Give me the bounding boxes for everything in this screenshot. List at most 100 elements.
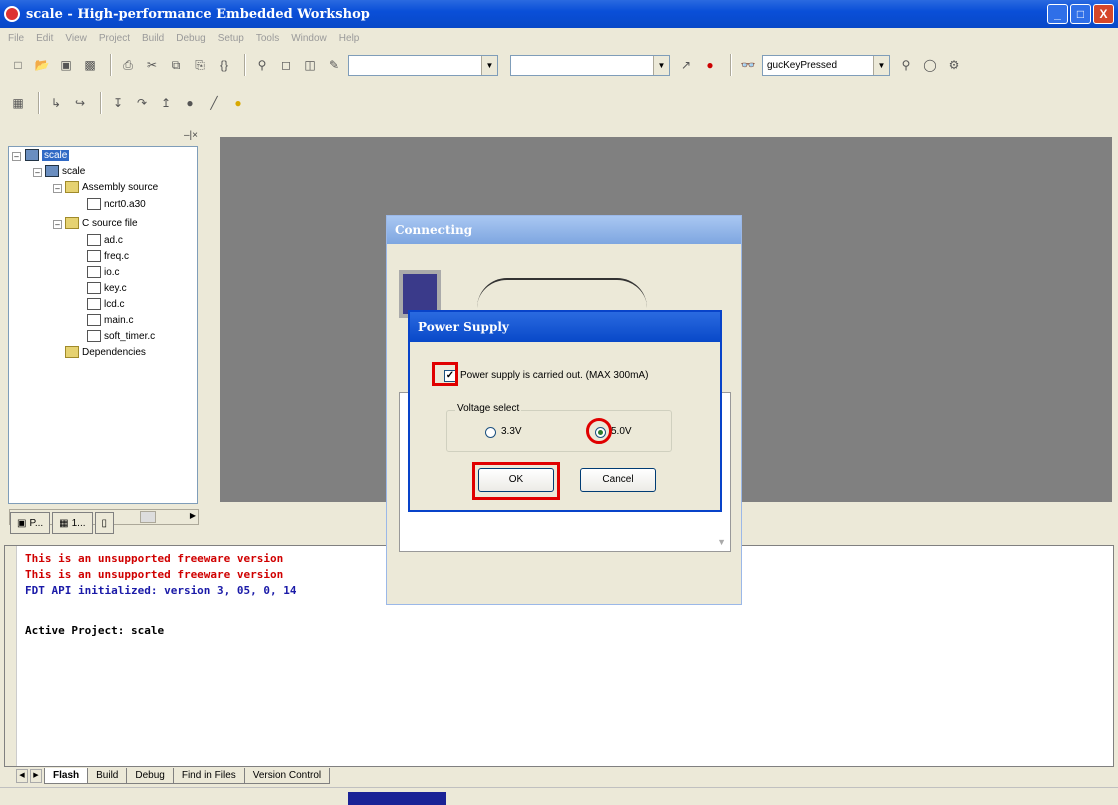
tree-file[interactable]: io.c bbox=[87, 266, 120, 278]
status-progress-block bbox=[348, 792, 446, 805]
tree-file-label: key.c bbox=[104, 282, 127, 294]
tab-debug[interactable]: Debug bbox=[126, 768, 174, 784]
collapse-icon[interactable]: – bbox=[33, 168, 42, 177]
watch-icon[interactable]: 👓 bbox=[738, 55, 758, 75]
chevron-down-icon[interactable]: ▼ bbox=[653, 55, 669, 75]
collapse-icon[interactable]: – bbox=[12, 152, 21, 161]
menu-setup[interactable]: Setup bbox=[218, 33, 244, 44]
find-combo[interactable]: ▼ bbox=[348, 54, 498, 76]
scrollbar-thumb[interactable] bbox=[140, 511, 156, 523]
menu-project[interactable]: Project bbox=[99, 33, 130, 44]
tree-project[interactable]: scale bbox=[45, 165, 85, 177]
scroll-right-icon[interactable]: ▶ bbox=[190, 511, 196, 520]
tab-build[interactable]: Build bbox=[87, 768, 128, 784]
chevron-down-icon[interactable]: ▼ bbox=[481, 55, 497, 75]
workspace-tabs: ▣ P... ▦ 1... ▯ bbox=[10, 512, 115, 534]
power-supply-dialog: Power Supply ✓ Power supply is carried o… bbox=[408, 310, 722, 512]
paste-icon[interactable]: ⎘ bbox=[190, 55, 210, 75]
menu-edit[interactable]: Edit bbox=[36, 33, 53, 44]
projects-icon: ▣ bbox=[17, 517, 27, 529]
find-next-icon[interactable]: ◻ bbox=[276, 55, 296, 75]
step-over-icon[interactable]: ↷ bbox=[132, 93, 152, 113]
workspace-close-controls[interactable]: –|× bbox=[8, 130, 198, 144]
tree-folder-label: Assembly source bbox=[82, 181, 159, 193]
save-icon[interactable]: ▣ bbox=[56, 55, 76, 75]
tab-flash[interactable]: Flash bbox=[44, 768, 89, 784]
tab-find-in-files[interactable]: Find in Files bbox=[172, 768, 245, 784]
bookmark-icon[interactable]: ◫ bbox=[300, 55, 320, 75]
menu-tools[interactable]: Tools bbox=[256, 33, 279, 44]
brackets-icon[interactable]: {} bbox=[214, 55, 234, 75]
build-icon[interactable]: ↗ bbox=[676, 55, 696, 75]
tab-version-control[interactable]: Version Control bbox=[243, 768, 331, 784]
cut-icon[interactable]: ✂ bbox=[142, 55, 162, 75]
copy-icon[interactable]: ⧉ bbox=[166, 55, 186, 75]
app-icon bbox=[4, 6, 20, 22]
tree-file[interactable]: key.c bbox=[87, 282, 127, 294]
tree-file[interactable]: ncrt0.a30 bbox=[87, 198, 146, 210]
power-supply-dialog-title: Power Supply bbox=[410, 312, 720, 342]
menu-help[interactable]: Help bbox=[339, 33, 360, 44]
folder-icon bbox=[65, 346, 79, 358]
tree-file[interactable]: ad.c bbox=[87, 234, 123, 246]
tips-icon[interactable]: ● bbox=[228, 93, 248, 113]
new-file-icon[interactable]: □ bbox=[8, 55, 28, 75]
step-out-icon[interactable]: ↥ bbox=[156, 93, 176, 113]
project-icon bbox=[45, 165, 59, 177]
file-icon bbox=[87, 298, 101, 310]
step-in-icon[interactable]: ↧ bbox=[108, 93, 128, 113]
radio-3-3v-label: 3.3V bbox=[501, 426, 522, 437]
tree-file[interactable]: main.c bbox=[87, 314, 133, 326]
tree-folder-assembly[interactable]: Assembly source bbox=[65, 181, 158, 193]
tree-root[interactable]: scale bbox=[25, 149, 70, 161]
tree-file[interactable]: soft_timer.c bbox=[87, 330, 155, 342]
print-icon[interactable]: ⎙ bbox=[118, 55, 138, 75]
tab-navigation[interactable]: ▯ bbox=[94, 512, 115, 534]
menu-file[interactable]: File bbox=[8, 33, 24, 44]
tree-folder-dependencies[interactable]: Dependencies bbox=[65, 346, 146, 358]
voltage-select-legend: Voltage select bbox=[455, 403, 522, 414]
tree-file-label: ad.c bbox=[104, 234, 123, 246]
stop-icon[interactable]: ● bbox=[180, 93, 200, 113]
open-folder-icon[interactable]: 📂 bbox=[32, 55, 52, 75]
menu-build[interactable]: Build bbox=[142, 33, 164, 44]
collapse-icon[interactable]: – bbox=[53, 184, 62, 193]
tab-projects[interactable]: ▣ P... bbox=[10, 512, 51, 534]
tree-folder-c[interactable]: C source file bbox=[65, 217, 138, 229]
file-icon bbox=[87, 250, 101, 262]
tab-templates[interactable]: ▦ 1... bbox=[52, 512, 93, 534]
debug-icon[interactable]: ● bbox=[700, 55, 720, 75]
maximize-button[interactable]: □ bbox=[1070, 4, 1091, 24]
save-all-icon[interactable]: ▩ bbox=[80, 55, 100, 75]
replace-icon[interactable]: ⚙ bbox=[944, 55, 964, 75]
watch-combo[interactable]: gucKeyPressed ▼ bbox=[762, 54, 890, 76]
radio-3-3v[interactable] bbox=[485, 427, 496, 438]
tree-file[interactable]: lcd.c bbox=[87, 298, 125, 310]
tree-file[interactable]: freq.c bbox=[87, 250, 129, 262]
cancel-button[interactable]: Cancel bbox=[580, 468, 656, 492]
menu-window[interactable]: Window bbox=[291, 33, 327, 44]
menu-view[interactable]: View bbox=[65, 33, 87, 44]
find-icon[interactable]: ⚲ bbox=[252, 55, 272, 75]
project-tree: – scale – scale – Assembly source ncrt0.… bbox=[8, 146, 199, 525]
output-grip[interactable] bbox=[5, 546, 17, 766]
minimize-button[interactable]: _ bbox=[1047, 4, 1068, 24]
chevron-down-icon[interactable]: ▼ bbox=[873, 55, 889, 75]
tab-scroll-right-icon[interactable]: ▶ bbox=[30, 769, 42, 783]
find-in-files-icon[interactable]: ⚲ bbox=[896, 55, 916, 75]
menu-bar: File Edit View Project Build Debug Setup… bbox=[0, 28, 1118, 48]
collapse-icon[interactable]: – bbox=[53, 220, 62, 229]
connecting-dialog-title: Connecting bbox=[387, 216, 741, 244]
run-to-icon[interactable]: ╱ bbox=[204, 93, 224, 113]
step-icon[interactable]: ↪ bbox=[70, 93, 90, 113]
config-combo[interactable]: ▼ bbox=[510, 54, 670, 76]
binoculars-icon[interactable]: ◯ bbox=[920, 55, 940, 75]
go-icon[interactable]: ↳ bbox=[46, 93, 66, 113]
reset-icon[interactable]: ▦ bbox=[8, 93, 28, 113]
menu-debug[interactable]: Debug bbox=[176, 33, 205, 44]
scroll-down-icon[interactable]: ▼ bbox=[717, 537, 726, 547]
close-button[interactable]: X bbox=[1093, 4, 1114, 24]
edit-icon[interactable]: ✎ bbox=[324, 55, 344, 75]
radio-highlight bbox=[586, 418, 612, 444]
tab-scroll-left-icon[interactable]: ◀ bbox=[16, 769, 28, 783]
